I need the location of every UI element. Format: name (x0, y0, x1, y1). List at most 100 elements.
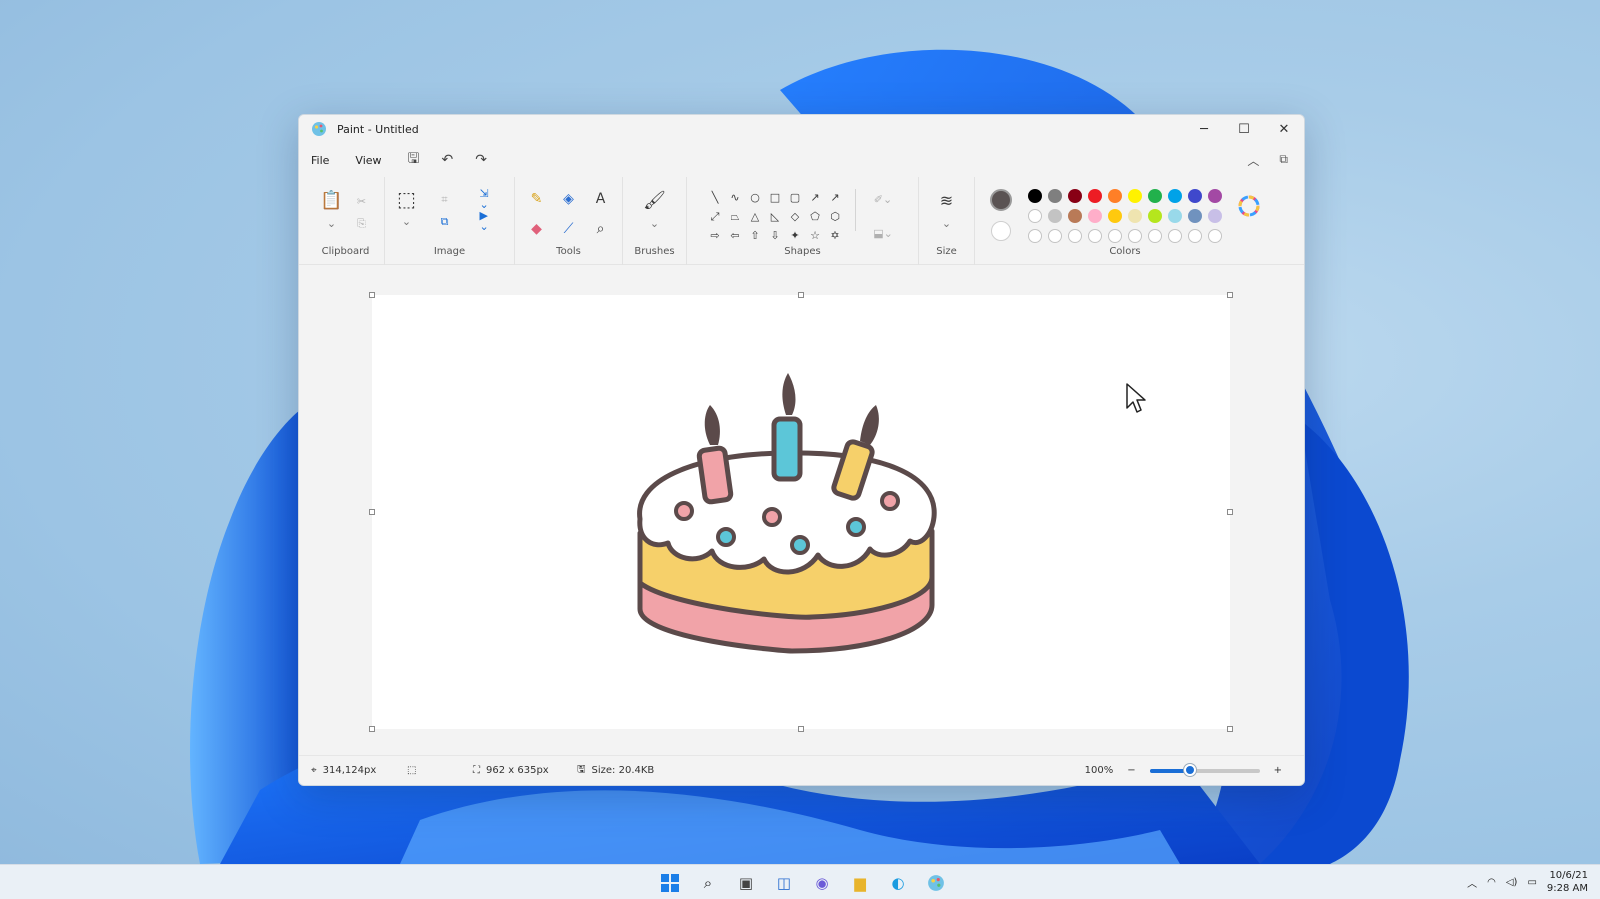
brush-icon[interactable]: 🖌 (643, 191, 666, 211)
menu-view[interactable]: View (355, 154, 381, 167)
color-swatch[interactable] (1188, 209, 1202, 223)
custom-color-slot[interactable] (1128, 229, 1142, 243)
file-explorer-icon[interactable]: ▆ (848, 871, 872, 895)
color-swatch[interactable] (1108, 189, 1122, 203)
start-icon[interactable] (658, 871, 682, 895)
share-icon[interactable]: ⧉ (1279, 152, 1288, 169)
resize-handle[interactable] (369, 726, 375, 732)
four-point-star-icon[interactable]: ✦ (787, 227, 803, 243)
magnifier-icon[interactable]: ⌕ (591, 219, 611, 239)
six-point-star-icon[interactable]: ✡ (827, 227, 843, 243)
menu-file[interactable]: File (311, 154, 329, 167)
zoom-slider-thumb[interactable] (1184, 763, 1197, 776)
color-swatch[interactable] (1088, 189, 1102, 203)
drawing-canvas[interactable] (372, 295, 1230, 729)
oval-icon[interactable]: ○ (747, 189, 763, 205)
color-picker-icon[interactable]: ⟋ (559, 219, 579, 239)
resize-handle[interactable] (1227, 509, 1233, 515)
zoom-slider[interactable] (1149, 763, 1260, 776)
color-swatch[interactable] (1208, 189, 1222, 203)
zoom-level[interactable]: 100% (1085, 765, 1114, 776)
rounded-rectangle-icon[interactable]: ▢ (787, 189, 803, 205)
color-swatch[interactable] (1088, 209, 1102, 223)
paste-dropdown-icon[interactable]: ⌄ (324, 215, 340, 231)
paint-taskbar-icon[interactable] (924, 871, 948, 895)
select-dropdown-icon[interactable]: ⌄ (399, 213, 415, 229)
select-icon[interactable]: ⬚ (397, 189, 417, 209)
custom-color-slot[interactable] (1088, 229, 1102, 243)
zoom-out-icon[interactable]: − (1127, 765, 1135, 776)
custom-color-slot[interactable] (1188, 229, 1202, 243)
brushes-dropdown-icon[interactable]: ⌄ (647, 215, 663, 231)
resize-handle[interactable] (369, 292, 375, 298)
line-icon[interactable]: ╲ (707, 189, 723, 205)
color-swatch[interactable] (1168, 209, 1182, 223)
task-view-icon[interactable]: ▣ (734, 871, 758, 895)
resize-handle[interactable] (369, 509, 375, 515)
curve-icon[interactable]: ∿ (727, 189, 743, 205)
up-arrow-shape-icon[interactable]: ⇧ (747, 227, 763, 243)
show-hidden-icons-icon[interactable]: ︿ (1467, 875, 1477, 890)
rectangle-icon[interactable]: □ (767, 189, 783, 205)
custom-color-slot[interactable] (1068, 229, 1082, 243)
diagonal-arrow-icon[interactable]: ⤢ (707, 208, 723, 224)
resize-icon[interactable]: ⇲ ⌄ (480, 188, 496, 210)
right-triangle-icon[interactable]: ◺ (767, 208, 783, 224)
color-swatch[interactable] (1148, 189, 1162, 203)
search-icon[interactable]: ⌕ (696, 871, 720, 895)
diamond-icon[interactable]: ◇ (787, 208, 803, 224)
color-swatch[interactable] (1048, 209, 1062, 223)
save-icon[interactable]: 🖫 (408, 148, 420, 172)
pencil-icon[interactable]: ✎ (527, 189, 547, 209)
color-swatch[interactable] (1068, 189, 1082, 203)
color-swatch[interactable] (1048, 189, 1062, 203)
paste-icon[interactable]: 📋 (320, 191, 342, 211)
redo-icon[interactable]: ↷ (475, 152, 487, 168)
arrow-alt-icon[interactable]: ↗ (827, 189, 843, 205)
size-lines-icon[interactable]: ≋ (937, 191, 957, 211)
collapse-ribbon-icon[interactable]: ︿ (1247, 152, 1259, 169)
color-swatch[interactable] (1188, 189, 1202, 203)
primary-color[interactable] (990, 189, 1012, 211)
custom-color-slot[interactable] (1048, 229, 1062, 243)
resize-handle[interactable] (1227, 726, 1233, 732)
battery-icon[interactable]: ▭ (1527, 877, 1536, 888)
clock[interactable]: 10/6/21 9:28 AM (1547, 869, 1588, 895)
minimize-button[interactable]: ─ (1184, 115, 1224, 143)
fill-icon[interactable]: ◈ (559, 189, 579, 209)
down-arrow-shape-icon[interactable]: ⇩ (767, 227, 783, 243)
triangle-icon[interactable]: △ (747, 208, 763, 224)
image-resize-icon[interactable]: ⧉ (437, 213, 453, 229)
size-dropdown-icon[interactable]: ⌄ (939, 215, 955, 231)
color-swatch[interactable] (1148, 209, 1162, 223)
polygon-icon[interactable]: ⏢ (727, 208, 743, 224)
edge-icon[interactable]: ◐ (886, 871, 910, 895)
five-point-star-icon[interactable]: ☆ (807, 227, 823, 243)
eraser-icon[interactable]: ◆ (527, 219, 547, 239)
custom-color-slot[interactable] (1108, 229, 1122, 243)
color-swatch[interactable] (1168, 189, 1182, 203)
resize-handle[interactable] (798, 726, 804, 732)
text-icon[interactable]: A (591, 189, 611, 209)
custom-color-slot[interactable] (1028, 229, 1042, 243)
rotate-icon[interactable]: ▶ ⌄ (480, 210, 496, 232)
resize-handle[interactable] (1227, 292, 1233, 298)
secondary-color[interactable] (991, 221, 1011, 241)
right-arrow-shape-icon[interactable]: ⇨ (707, 227, 723, 243)
custom-color-slot[interactable] (1208, 229, 1222, 243)
close-button[interactable]: ✕ (1264, 115, 1304, 143)
color-swatch[interactable] (1208, 209, 1222, 223)
color-swatch[interactable] (1068, 209, 1082, 223)
edit-colors-icon[interactable] (1238, 195, 1260, 217)
color-swatch[interactable] (1128, 189, 1142, 203)
pentagon-icon[interactable]: ⬠ (807, 208, 823, 224)
zoom-in-icon[interactable]: + (1274, 765, 1282, 776)
arrow-icon[interactable]: ↗ (807, 189, 823, 205)
maximize-button[interactable]: ☐ (1224, 115, 1264, 143)
color-swatch[interactable] (1128, 209, 1142, 223)
color-swatch[interactable] (1028, 209, 1042, 223)
color-swatch[interactable] (1108, 209, 1122, 223)
undo-icon[interactable]: ↶ (441, 152, 453, 168)
left-arrow-shape-icon[interactable]: ⇦ (727, 227, 743, 243)
resize-handle[interactable] (798, 292, 804, 298)
